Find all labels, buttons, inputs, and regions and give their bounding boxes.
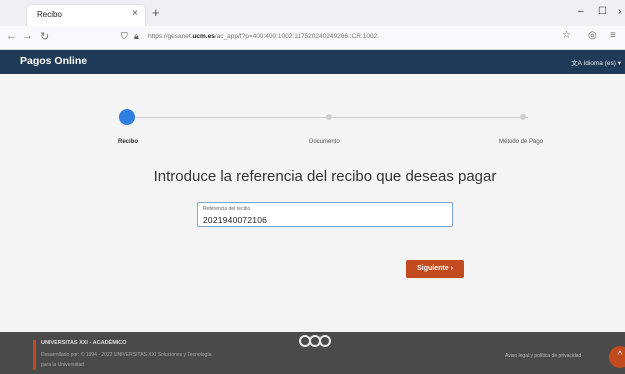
receipt-reference-input[interactable]: 2021940072106 [203,215,267,225]
next-button[interactable]: Siguiente › [406,260,464,278]
pocket-icon[interactable]: ◎ [588,30,597,41]
url-text: https://gesanet.ucm.es/ac_app/f?p=400:40… [148,33,380,40]
new-tab-button[interactable]: + [152,5,160,20]
step-dot-documento [326,114,332,120]
tab-recibo[interactable]: Recibo × [27,5,145,26]
legal-privacy-link[interactable]: Aviso legal y política de privacidad [505,353,581,359]
chevron-right-icon: › [450,265,453,272]
field-label: Referencia del recibo [203,206,251,212]
step-label-metodo-pago: Método de Pago [499,139,544,145]
star-icon[interactable]: ☆ [562,30,571,41]
lock-icon[interactable]: 🔒︎ [134,31,139,42]
receipt-reference-field[interactable]: Referencia del recibo 2021940072106 [197,202,453,227]
step-dot-recibo [119,109,135,125]
translate-icon: 文A [571,60,584,67]
footer-accent-bar [33,340,36,370]
address-bar[interactable]: ⛉ 🔒︎ https://gesanet.ucm.es/ac_app/f?p=4… [118,29,558,46]
menu-icon[interactable]: ≡ [610,30,616,41]
step-dot-metodo-pago [520,114,526,120]
navigation-bar: ← → ↻ ⛉ 🔒︎ https://gesanet.ucm.es/ac_app… [0,26,625,50]
app-header: Pagos Online 文A Idioma (es) ▾ [0,50,625,74]
close-window-button[interactable]: › [618,6,621,17]
language-selector[interactable]: 文A Idioma (es) ▾ [571,57,621,67]
reload-icon[interactable]: ↻ [40,30,49,43]
tab-title: Recibo [37,10,62,19]
step-label-documento: Documento [309,139,340,145]
close-tab-icon[interactable]: × [132,8,138,19]
scroll-to-top-button[interactable]: ^ [609,346,625,368]
tab-bar: Recibo × + – ☐ › [0,0,625,26]
minimize-button[interactable]: – [578,6,584,17]
universitas-logo-icon [299,335,331,347]
footer-subline: para la Universidad [41,362,85,368]
footer-developed-by: Desarrollado por: © 1994 - 2022 UNIVERSI… [41,352,212,358]
back-icon[interactable]: ← [6,30,17,42]
step-label-recibo: Recibo [118,139,139,145]
footer: UNIVERSITAS XXI - ACADÉMICO Desarrollado… [0,332,625,374]
forward-icon[interactable]: → [22,30,33,42]
footer-brand: UNIVERSITAS XXI - ACADÉMICO [41,340,127,346]
shield-tracking-icon[interactable]: ⛉ [121,31,128,42]
next-button-label: Siguiente [417,265,449,272]
form-heading: Introduce la referencia del recibo que d… [153,168,497,185]
page-title: Pagos Online [20,55,88,67]
maximize-button[interactable]: ☐ [598,6,607,17]
browser-window: Recibo × + – ☐ › ← → ↻ ⛉ 🔒︎ https://gesa… [0,0,625,374]
